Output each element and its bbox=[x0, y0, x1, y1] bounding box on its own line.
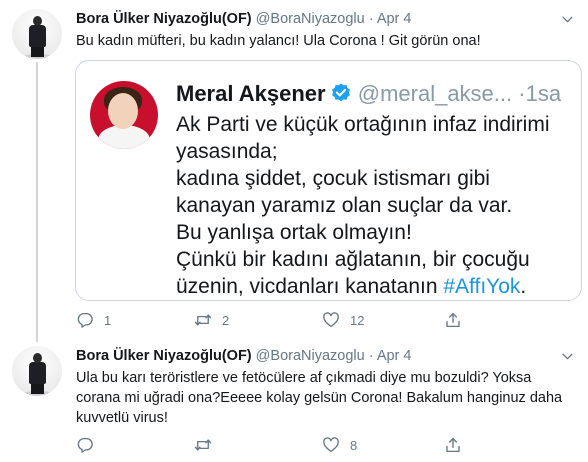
reply-icon bbox=[76, 436, 94, 454]
quoted-line: kadına şiddet, çocuk istismarı gibi bbox=[176, 167, 490, 190]
like-icon bbox=[322, 436, 340, 454]
quoted-line: Ak Parti ve küçük ortağının infaz indiri… bbox=[176, 113, 550, 136]
quoted-line-text: üzenin, vicdanları kanatanın bbox=[176, 275, 444, 298]
tweet-text: Bu kadın müfteri, bu kadın yalancı! Ula … bbox=[76, 33, 481, 49]
share-icon bbox=[444, 436, 462, 454]
share-button[interactable] bbox=[444, 310, 462, 330]
like-icon bbox=[322, 311, 340, 329]
separator-dot: · bbox=[368, 348, 374, 364]
verified-badge-icon bbox=[330, 82, 352, 104]
quoted-header: Meral Akşener @meral_akse... ·1sa bbox=[176, 81, 561, 107]
reply-button[interactable] bbox=[76, 435, 104, 455]
chevron-down-icon[interactable] bbox=[558, 10, 576, 28]
quoted-author-handle: @meral_akse... bbox=[357, 81, 513, 106]
tweet-actions: 1 2 12 bbox=[76, 310, 496, 330]
share-icon bbox=[444, 311, 462, 329]
like-button[interactable]: 8 bbox=[322, 435, 357, 455]
reply-button[interactable]: 1 bbox=[76, 310, 111, 330]
tweet-header: Bora Ülker Niyazoğlu(OF) @BoraNiyazoglu … bbox=[76, 347, 411, 365]
retweet-count: 2 bbox=[222, 312, 230, 328]
quoted-line: Bu yanlışa ortak olmayın! bbox=[176, 221, 412, 244]
author-handle[interactable]: @BoraNiyazoglu bbox=[256, 11, 365, 27]
share-button[interactable] bbox=[444, 435, 462, 455]
quoted-author-name: Meral Akşener bbox=[176, 81, 326, 106]
retweet-button[interactable] bbox=[194, 435, 222, 455]
hashtag-link: #AffıYok bbox=[443, 275, 521, 298]
like-count: 8 bbox=[350, 437, 358, 453]
tweet-2[interactable]: Bora Ülker Niyazoğlu(OF) @BoraNiyazoglu … bbox=[0, 340, 588, 462]
tweet-actions: 8 bbox=[76, 435, 496, 455]
quoted-line-end: . bbox=[520, 275, 527, 298]
author-name[interactable]: Bora Ülker Niyazoğlu(OF) bbox=[76, 11, 252, 27]
tweet-text-line: Ula bu karı teröristlere ve fetöcülere a… bbox=[76, 370, 532, 386]
like-count: 12 bbox=[350, 312, 365, 328]
retweet-icon bbox=[194, 311, 212, 329]
tweet-date[interactable]: Apr 4 bbox=[377, 348, 412, 364]
retweet-icon bbox=[194, 436, 212, 454]
quoted-tweet-card[interactable]: Meral Akşener @meral_akse... ·1sa Ak Par… bbox=[75, 60, 582, 301]
reply-count: 1 bbox=[104, 312, 112, 328]
tweet-text-line: kuvvetlü virus! bbox=[76, 410, 168, 426]
avatar[interactable] bbox=[12, 9, 62, 59]
like-button[interactable]: 12 bbox=[322, 310, 364, 330]
tweet-header: Bora Ülker Niyazoğlu(OF) @BoraNiyazoglu … bbox=[76, 10, 411, 28]
quoted-tweet-text: Ak Parti ve küçük ortağının infaz indiri… bbox=[176, 111, 566, 300]
chevron-down-icon[interactable] bbox=[558, 347, 576, 365]
reply-icon bbox=[76, 311, 94, 329]
quoted-time: 1sa bbox=[525, 81, 562, 106]
quoted-separator-dot: · bbox=[518, 81, 526, 106]
separator-dot: · bbox=[368, 11, 374, 27]
author-handle[interactable]: @BoraNiyazoglu bbox=[256, 348, 365, 364]
quoted-line: Çünkü bir kadını ağlatanın, bir çocuğu bbox=[176, 248, 530, 271]
tweet-date[interactable]: Apr 4 bbox=[377, 11, 412, 27]
retweet-button[interactable]: 2 bbox=[194, 310, 229, 330]
tweet-1[interactable]: Bora Ülker Niyazoğlu(OF) @BoraNiyazoglu … bbox=[0, 0, 588, 340]
quoted-line: yasasında; bbox=[176, 140, 278, 163]
tweet-text-line: corana mi uğradi ona?Eeeee kolay gelsün … bbox=[76, 390, 563, 406]
quoted-tweet-screenshot: Meral Akşener @meral_akse... ·1sa Ak Par… bbox=[90, 69, 564, 298]
tweet-text: Ula bu karı teröristlere ve fetöcülere a… bbox=[76, 368, 571, 428]
avatar[interactable] bbox=[12, 346, 62, 396]
quoted-line-last: üzenin, vicdanları kanatanın #AffıYok. bbox=[176, 273, 566, 300]
quoted-avatar bbox=[90, 81, 158, 149]
author-name[interactable]: Bora Ülker Niyazoğlu(OF) bbox=[76, 348, 252, 364]
quoted-line: kanayan yaramız olan suçlar da var. bbox=[176, 194, 513, 217]
